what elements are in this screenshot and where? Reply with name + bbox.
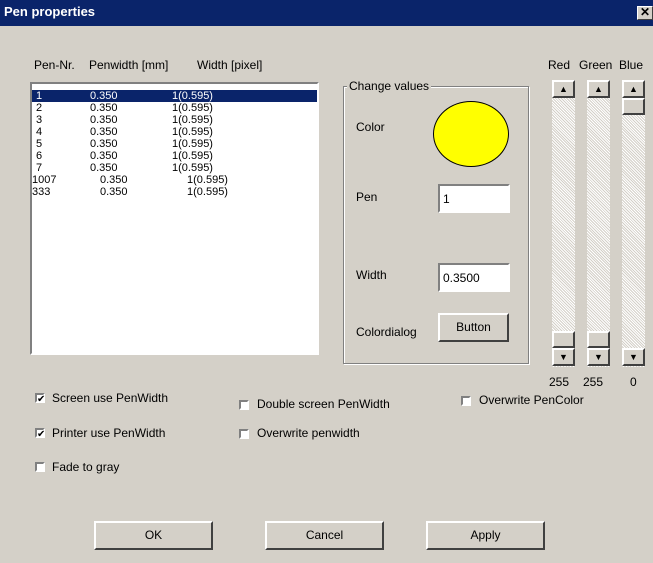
cancel-button[interactable]: Cancel [265, 521, 384, 550]
scroll-up-icon[interactable]: ▲ [587, 80, 610, 98]
screen-use-penwidth-label: Screen use PenWidth [52, 391, 169, 405]
pen-mm: 0.350 [90, 138, 118, 150]
close-icon[interactable]: ✕ [637, 6, 653, 20]
pen-px: 1(0.595) [172, 114, 213, 126]
pen-px: 1(0.595) [172, 150, 213, 162]
pen-px: 1(0.595) [187, 186, 228, 198]
pen-px: 1(0.595) [172, 138, 213, 150]
blue-value: 0 [630, 375, 637, 389]
pen-field[interactable]: 1 [438, 184, 510, 213]
pen-mm: 0.350 [90, 162, 118, 174]
pen-px: 1(0.595) [172, 102, 213, 114]
pen-list[interactable]: 1 0.350 1(0.595) 2 0.350 1(0.595) 3 0.35… [30, 82, 319, 355]
pen-px: 1(0.595) [172, 162, 213, 174]
pen-nr: 7 [36, 162, 43, 174]
color-swatch[interactable] [433, 101, 509, 167]
overwrite-pencolor-checkbox[interactable] [461, 396, 471, 406]
blue-scrollbar[interactable] [622, 80, 645, 367]
pen-mm: 0.350 [90, 126, 118, 138]
pen-label: Pen [356, 190, 378, 204]
title-bar: Pen properties ✕ [0, 0, 653, 26]
overwrite-penwidth-label: Overwrite penwidth [257, 426, 360, 440]
fade-to-gray-label: Fade to gray [52, 460, 120, 474]
pen-nr: 2 [36, 102, 43, 114]
red-scrollbar[interactable] [552, 80, 575, 367]
blue-thumb[interactable] [622, 98, 645, 115]
green-value: 255 [583, 375, 604, 389]
pen-nr: 5 [36, 138, 43, 150]
pen-px: 1(0.595) [172, 90, 213, 102]
double-screen-penwidth-label: Double screen PenWidth [257, 397, 390, 411]
pen-px: 1(0.595) [187, 174, 228, 186]
check-icon: ✔ [37, 394, 46, 405]
change-values-label: Change values [347, 79, 432, 93]
pen-mm: 0.350 [100, 186, 128, 198]
blue-label: Blue [619, 58, 644, 72]
overwrite-penwidth-checkbox[interactable] [239, 429, 249, 439]
red-thumb[interactable] [552, 331, 575, 348]
pen-nr: 333 [32, 186, 51, 198]
pen-mm: 0.350 [90, 102, 118, 114]
colordialog-button[interactable]: Button [438, 313, 509, 342]
green-thumb[interactable] [587, 331, 610, 348]
scroll-down-icon[interactable]: ▼ [622, 348, 645, 366]
window-title: Pen properties [4, 4, 96, 19]
red-value: 255 [549, 375, 570, 389]
pen-mm: 0.350 [90, 114, 118, 126]
pen-px: 1(0.595) [172, 126, 213, 138]
width-field[interactable]: 0.3500 [438, 263, 510, 292]
width-label: Width [356, 268, 387, 282]
fade-to-gray-checkbox[interactable] [35, 462, 45, 472]
color-label: Color [356, 120, 385, 134]
pen-nr: 1007 [32, 174, 57, 186]
pen-nr: 1 [36, 90, 43, 102]
pen-nr: 4 [36, 126, 43, 138]
apply-button[interactable]: Apply [426, 521, 545, 550]
printer-use-penwidth-checkbox[interactable]: ✔ [35, 428, 46, 440]
pen-nr: 3 [36, 114, 43, 126]
header-penwidth: Penwidth [mm] [89, 58, 169, 72]
check-icon: ✔ [37, 429, 46, 440]
ok-button[interactable]: OK [94, 521, 213, 550]
header-pen-nr: Pen-Nr. [34, 58, 75, 72]
printer-use-penwidth-label: Printer use PenWidth [52, 426, 166, 440]
scroll-down-icon[interactable]: ▼ [587, 348, 610, 366]
scroll-down-icon[interactable]: ▼ [552, 348, 575, 366]
pen-nr: 6 [36, 150, 43, 162]
pen-mm: 0.350 [90, 150, 118, 162]
pen-mm: 0.350 [100, 174, 128, 186]
green-scrollbar[interactable] [587, 80, 610, 367]
overwrite-pencolor-label: Overwrite PenColor [479, 393, 584, 407]
pen-mm: 0.350 [90, 90, 118, 102]
list-item[interactable]: 1 0.350 1(0.595) [32, 90, 317, 102]
screen-use-penwidth-checkbox[interactable]: ✔ [35, 393, 46, 405]
scroll-up-icon[interactable]: ▲ [622, 80, 645, 98]
header-width-pixel: Width [pixel] [197, 58, 263, 72]
green-label: Green [579, 58, 613, 72]
colordialog-label: Colordialog [356, 325, 417, 339]
red-label: Red [548, 58, 571, 72]
scroll-up-icon[interactable]: ▲ [552, 80, 575, 98]
double-screen-penwidth-checkbox[interactable] [239, 400, 249, 410]
